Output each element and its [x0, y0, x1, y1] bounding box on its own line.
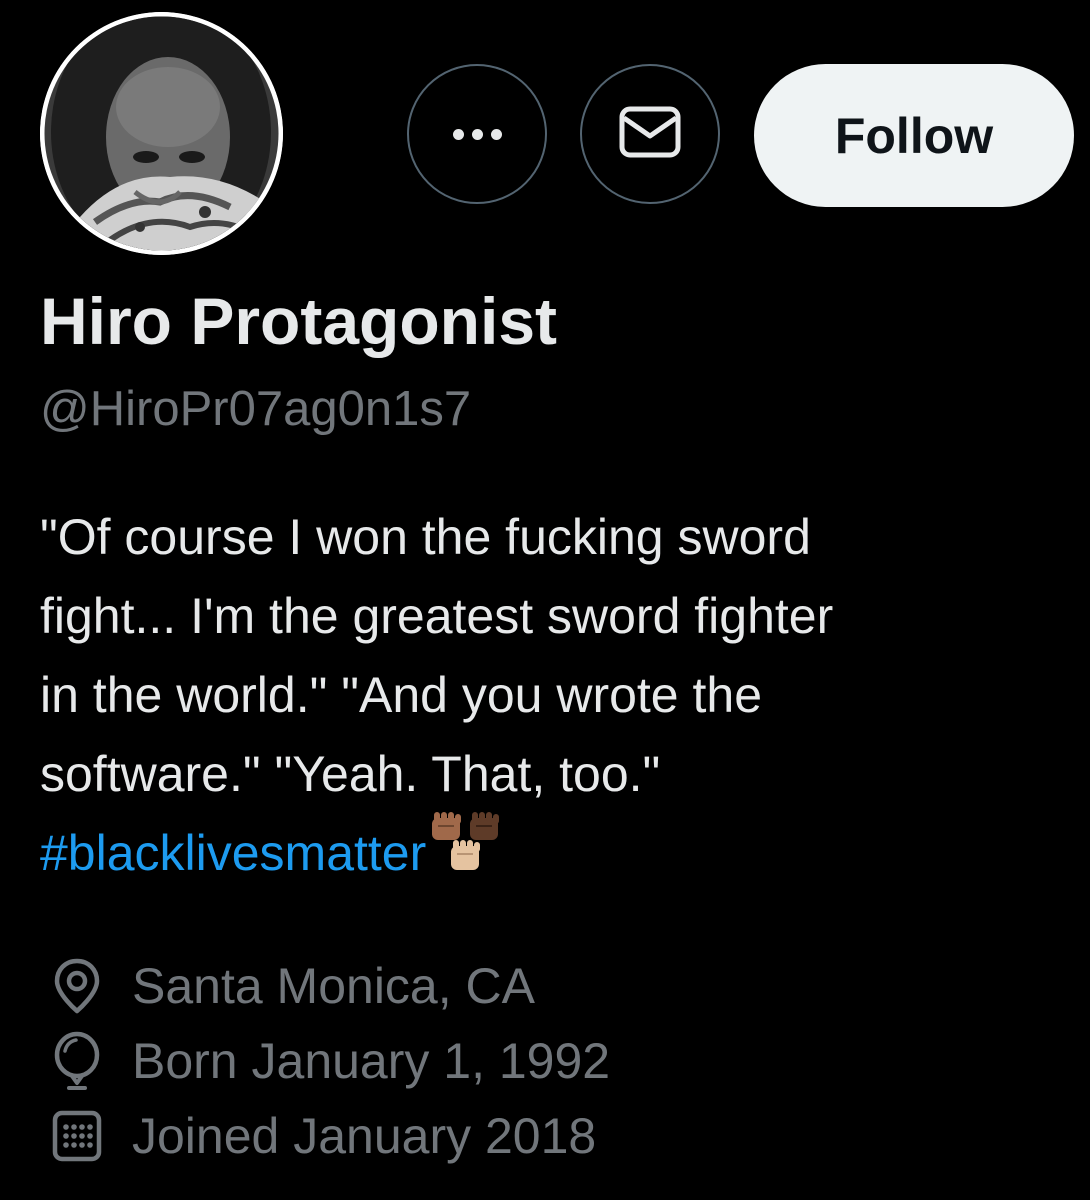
- follow-button[interactable]: Follow: [754, 64, 1074, 207]
- location-row: Santa Monica, CA: [46, 948, 610, 1023]
- more-horizontal-icon: [452, 128, 502, 140]
- bio-line: "Of course I won the fucking sword: [40, 509, 811, 565]
- birthday-row: Born January 1, 1992: [46, 1023, 610, 1098]
- bio-hashtag-line: #blacklivesmatter: [40, 812, 1050, 893]
- bio-line: in the world." "And you wrote the: [40, 667, 762, 723]
- message-button[interactable]: [580, 64, 720, 204]
- profile-meta: Santa Monica, CA Born January 1, 1992 Jo…: [46, 948, 610, 1173]
- birthday-text: Born January 1, 1992: [132, 1032, 611, 1089]
- avatar[interactable]: [40, 12, 283, 255]
- more-button[interactable]: [407, 64, 547, 204]
- location-text: Santa Monica, CA: [132, 957, 535, 1014]
- location-pin-icon: [46, 955, 108, 1017]
- joined-row: Joined January 2018: [46, 1098, 610, 1173]
- joined-text: Joined January 2018: [132, 1107, 597, 1164]
- envelope-icon: [619, 106, 681, 163]
- bio-line: software." "Yeah. That, too.": [40, 746, 661, 802]
- user-handle: @HiroPr07ag0n1s7: [40, 382, 472, 436]
- hashtag-link[interactable]: #blacklivesmatter: [40, 825, 426, 881]
- profile-bio: "Of course I won the fucking sword fight…: [40, 498, 1050, 893]
- calendar-icon: [46, 1105, 108, 1167]
- bio-line: fight... I'm the greatest sword fighter: [40, 588, 834, 644]
- raised-fist-emoji-icons: [426, 812, 508, 876]
- display-name: Hiro Protagonist: [40, 284, 558, 358]
- balloon-icon: [46, 1030, 108, 1092]
